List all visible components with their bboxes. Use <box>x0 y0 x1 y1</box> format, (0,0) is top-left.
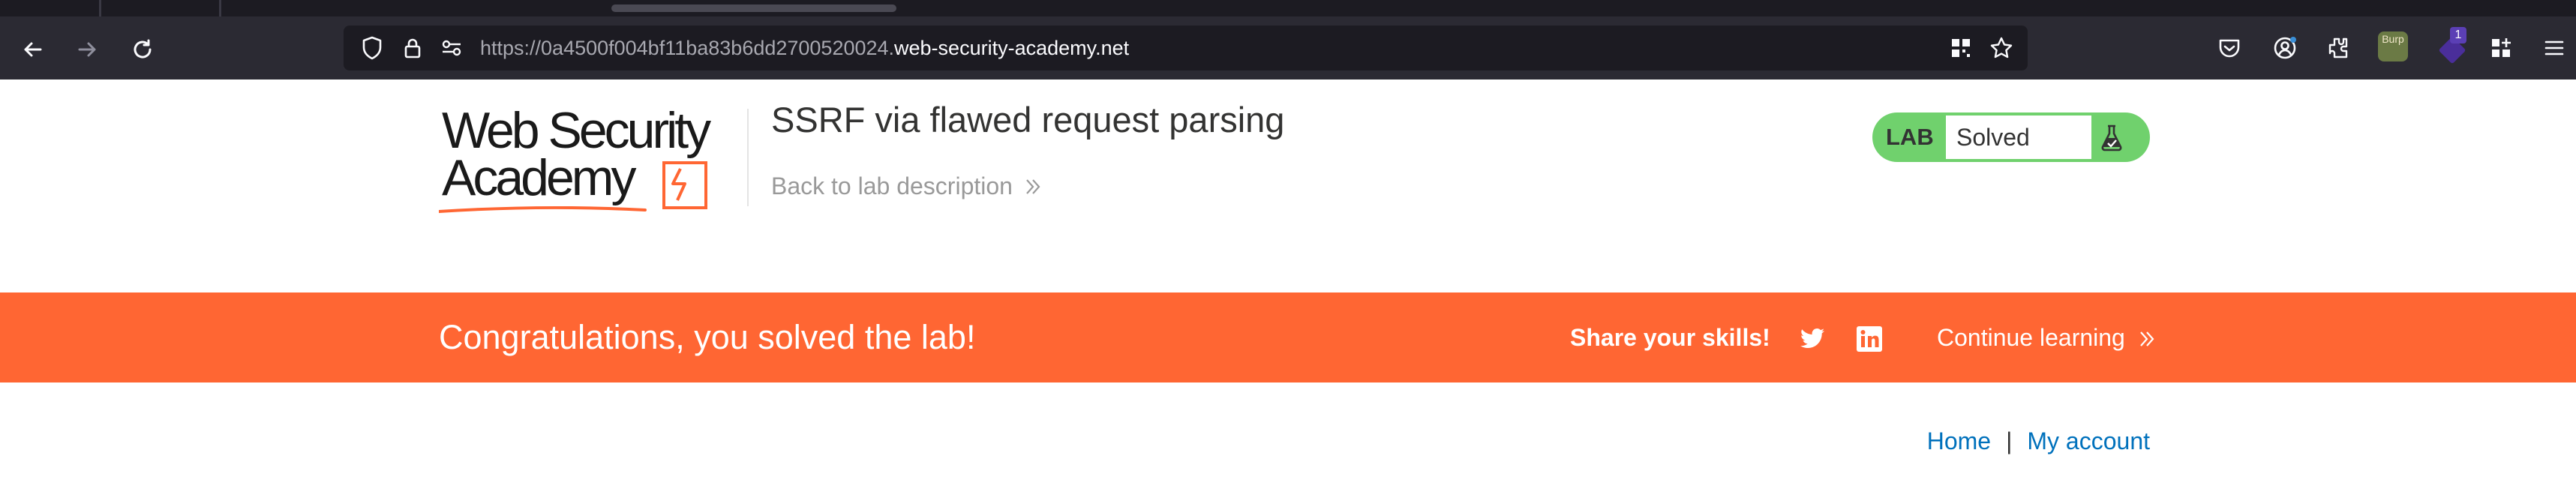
double-chevron-right-icon <box>2131 324 2156 351</box>
url-host: web-security-academy.net <box>894 37 1130 59</box>
tab-strip <box>0 0 2576 16</box>
url-bar[interactable]: https://0a4500f004bf11ba83b6dd2700520024… <box>344 26 2028 70</box>
lab-badge-label: LAB <box>1886 124 1934 150</box>
back-arrow-icon[interactable] <box>18 34 48 64</box>
tab-separator <box>99 0 101 16</box>
back-link-label: Back to lab description <box>771 172 1013 200</box>
pocket-icon[interactable] <box>2214 33 2244 63</box>
apps-icon[interactable] <box>2486 33 2516 63</box>
twitter-icon[interactable] <box>1797 324 1827 354</box>
linkedin-icon[interactable] <box>1854 324 1884 354</box>
reload-icon[interactable] <box>128 34 158 64</box>
burp-extension-icon[interactable]: Burp <box>2378 32 2408 62</box>
tab-separator <box>219 0 221 16</box>
back-to-lab-description-link[interactable]: Back to lab description <box>771 172 1043 200</box>
burp-extension-label: Burp <box>2382 33 2404 45</box>
nav-separator: | <box>2006 428 2013 454</box>
url-prefix: https://0a4500f004bf11ba83b6dd2700520024… <box>480 37 895 59</box>
solved-banner: Congratulations, you solved the lab! Sha… <box>0 292 2576 382</box>
star-icon[interactable] <box>1988 34 2015 62</box>
account-icon[interactable] <box>2270 33 2300 63</box>
url-text[interactable]: https://0a4500f004bf11ba83b6dd2700520024… <box>480 26 1129 70</box>
active-tab-indicator[interactable] <box>611 4 896 12</box>
double-chevron-right-icon <box>1023 172 1043 200</box>
lab-status-widget: LAB Solved <box>1872 112 2150 162</box>
menu-icon[interactable] <box>2538 33 2568 63</box>
qr-code-icon[interactable] <box>1947 34 1974 62</box>
svg-text:Academy: Academy <box>442 149 636 206</box>
share-label: Share your skills! <box>1570 324 1770 351</box>
extension-badge-icon[interactable]: 1 <box>2438 27 2466 64</box>
flask-icon <box>2096 122 2127 153</box>
top-nav: Home | My account <box>1927 428 2150 455</box>
continue-learning-label: Continue learning <box>1937 324 2125 351</box>
home-link[interactable]: Home <box>1927 428 1991 454</box>
continue-learning-link[interactable]: Continue learning <box>1937 292 2156 382</box>
lab-status-value: Solved <box>1946 116 2091 159</box>
web-security-academy-logo[interactable]: Web Security Academy <box>437 102 743 218</box>
lock-icon[interactable] <box>399 34 426 62</box>
permissions-icon[interactable] <box>438 34 465 62</box>
forward-arrow-icon[interactable] <box>72 34 102 64</box>
header-divider <box>747 109 749 206</box>
lab-title: SSRF via flawed request parsing <box>771 100 1285 140</box>
my-account-link[interactable]: My account <box>2027 428 2150 454</box>
congratulations-message: Congratulations, you solved the lab! <box>439 318 976 356</box>
browser-toolbar: https://0a4500f004bf11ba83b6dd2700520024… <box>0 16 2576 80</box>
extensions-icon[interactable] <box>2324 33 2354 63</box>
extension-badge-count: 1 <box>2450 27 2466 44</box>
shield-icon[interactable] <box>359 34 386 62</box>
